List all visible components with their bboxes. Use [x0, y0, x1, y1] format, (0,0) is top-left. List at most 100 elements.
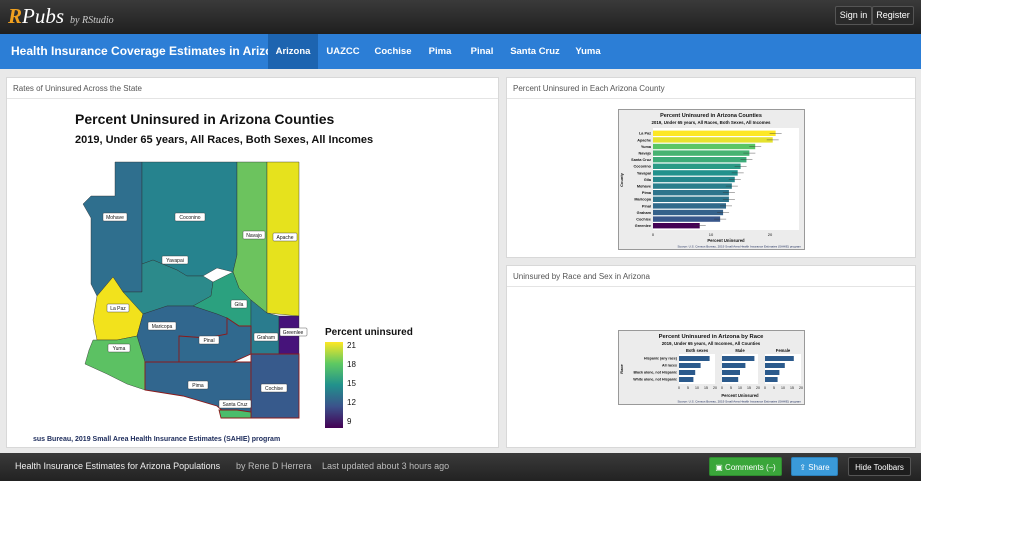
county-tick-label: La Paz [639, 132, 651, 136]
race-bar [679, 377, 694, 382]
race-bar [765, 377, 778, 382]
race-chart-image: Percent Uninsured in Arizona by Race 201… [618, 330, 805, 405]
legend-tick: 12 [347, 398, 356, 407]
tab-uazcc[interactable]: UAZCC [320, 34, 366, 69]
race-x-tick: 0 [678, 386, 680, 390]
race-bar [679, 356, 710, 361]
tab-arizona[interactable]: Arizona [268, 34, 318, 69]
race-x-tick: 20 [756, 386, 760, 390]
race-x-tick: 0 [764, 386, 766, 390]
tab-santa-cruz[interactable]: Santa Cruz [506, 34, 564, 69]
race-bar [722, 363, 746, 368]
label-maricopa: Maricopa [152, 324, 173, 330]
county-tick-label: Cochise [636, 218, 651, 222]
county-tick-label: Navajo [639, 152, 652, 156]
bar-graham [653, 209, 724, 216]
county-bar-chart-image: Percent Uninsured in Arizona Counties 20… [618, 109, 805, 250]
doc-author[interactable]: by Rene D Herrera [236, 461, 312, 471]
rpubs-logo[interactable]: RPubs by RStudio [8, 4, 114, 33]
race-x-tick: 20 [713, 386, 717, 390]
byline: by RStudio [70, 15, 114, 26]
legend-tick: 15 [347, 379, 356, 388]
county-tick-label: Coconino [633, 165, 651, 169]
facet-label: Male [735, 348, 745, 353]
race-bar-chart: Percent Uninsured in Arizona by Race 201… [619, 334, 803, 404]
county-santa-cruz[interactable] [218, 409, 252, 419]
label-greenlee: Greenlee [283, 330, 304, 336]
doc-updated: Last updated about 3 hours ago [322, 461, 450, 471]
race-bar [722, 377, 739, 382]
race-x-tick: 20 [799, 386, 803, 390]
share-button[interactable]: ⇪ Share [791, 457, 838, 476]
race-x-ticks: 0 5 10 15 20 0 5 10 15 20 0 5 10 15 20 [678, 386, 803, 390]
label-cochise: Cochise [265, 386, 283, 392]
race-plot-title: Percent Uninsured in Arizona by Race [659, 334, 765, 340]
county-tick-label: Mohave [637, 185, 651, 189]
county-tick-label: Gila [644, 178, 652, 182]
comments-button[interactable]: ▣ Comments (–) [709, 457, 782, 476]
dashboard-content: Rates of Uninsured Across the State Perc… [0, 69, 921, 453]
race-x-tick: 5 [687, 386, 689, 390]
county-tick-label: Apache [637, 138, 651, 142]
bar-x-label: Percent Uninsured [707, 238, 745, 243]
site-title[interactable]: Health Insurance Coverage Estimates in A… [11, 44, 287, 58]
race-x-tick: 15 [790, 386, 794, 390]
bar-pima [653, 190, 729, 196]
label-mohave: Mohave [106, 215, 124, 221]
bar-maricopa [653, 196, 729, 202]
tab-pinal[interactable]: Pinal [463, 34, 501, 69]
race-chart-panel: Uninsured by Race and Sex in Arizona Per… [506, 265, 916, 448]
comment-icon: ▣ [715, 463, 726, 472]
legend-tick: 18 [347, 360, 356, 369]
legend-title: Percent uninsured [325, 327, 413, 338]
bar-x-ticks: 0 10 20 [652, 232, 773, 237]
facet-label: Female [776, 348, 791, 353]
race-x-tick: 5 [773, 386, 775, 390]
share-icon: ⇪ [799, 463, 809, 472]
x-tick: 0 [652, 232, 655, 237]
sign-in-button[interactable]: Sign in [835, 6, 872, 25]
race-x-tick: 0 [721, 386, 723, 390]
hide-toolbars-button[interactable]: Hide Toolbars [848, 457, 911, 476]
race-bar [679, 363, 701, 368]
bar-mohave [653, 183, 732, 189]
race-bars: Hispanic (any race) All races Black alone,… [633, 354, 801, 384]
facet-label: Both sexes [686, 348, 709, 353]
race-plot-subtitle: 2019, Under 65 years, All Incomes, All C… [662, 341, 761, 346]
tab-yuma[interactable]: Yuma [568, 34, 608, 69]
race-tick-label: White alone, not Hispanic [633, 378, 677, 382]
map-panel-title: Rates of Uninsured Across the State [7, 78, 498, 99]
race-x-tick: 5 [730, 386, 732, 390]
label-yavapai: Yavapai [166, 258, 184, 264]
bar-santa-cruz [653, 157, 747, 163]
bar-chart-panel: Percent Uninsured in Each Arizona County… [506, 77, 916, 258]
county-mohave[interactable] [82, 161, 143, 297]
county-tick-label: Graham [637, 211, 652, 215]
county-tick-label: Maricopa [634, 198, 652, 202]
label-graham: Graham [257, 335, 275, 341]
label-la-paz: La Paz [110, 306, 126, 312]
race-tick-label: All races [662, 364, 677, 368]
race-x-tick: 15 [747, 386, 751, 390]
race-source: Source: U.S. Census Bureau, 2019 Small A… [677, 400, 801, 404]
map-caption: sus Bureau, 2019 Small Area Health Insur… [33, 436, 280, 443]
nav-bar: Health Insurance Coverage Estimates in A… [0, 34, 921, 69]
top-bar: RPubs by RStudio Sign in Register [0, 0, 921, 34]
race-x-tick: 15 [704, 386, 708, 390]
race-x-tick: 10 [781, 386, 785, 390]
race-facet-labels: Both sexes Male Female [686, 348, 791, 353]
bar-la-paz [653, 130, 776, 136]
legend-tick: 9 [347, 417, 352, 426]
race-bar [765, 370, 780, 375]
x-tick: 20 [768, 232, 773, 237]
legend-colorbar [325, 342, 343, 428]
tab-pima[interactable]: Pima [422, 34, 458, 69]
bar-navajo [653, 150, 750, 156]
bar-greenlee [653, 223, 700, 229]
county-tick-label: Yuma [641, 145, 652, 149]
bar-gila [653, 176, 735, 183]
race-bar [679, 370, 696, 375]
register-button[interactable]: Register [872, 6, 914, 25]
tab-cochise[interactable]: Cochise [370, 34, 416, 69]
race-x-label: Percent Uninsured [721, 393, 759, 398]
